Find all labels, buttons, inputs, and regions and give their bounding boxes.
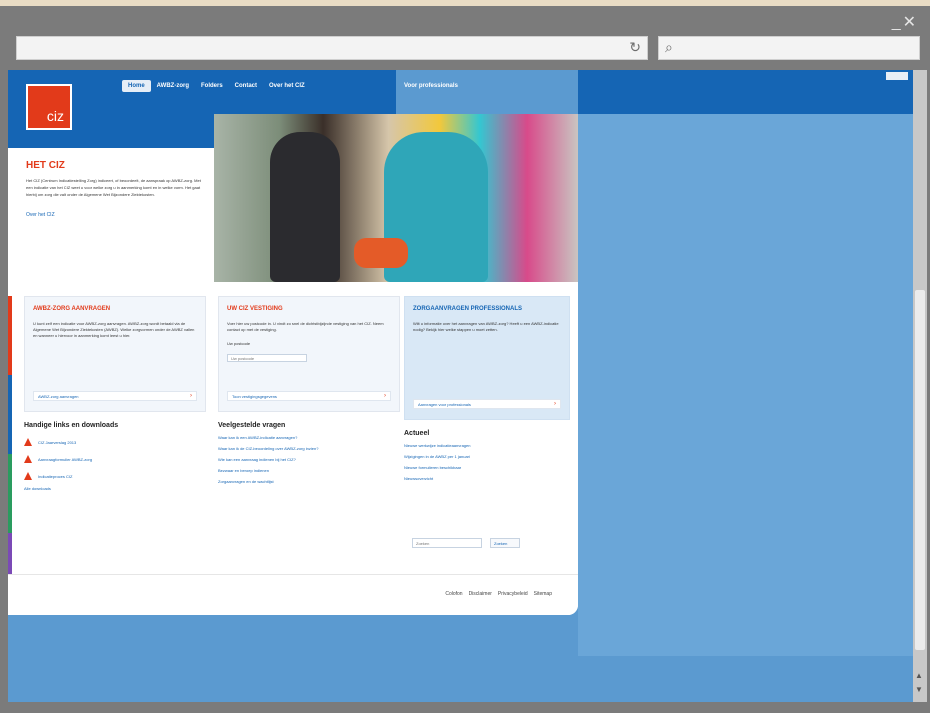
download-item[interactable]: Indicatieproces CIZ [24,472,206,480]
professionals-button[interactable]: Aanvragen voor professionals › [413,399,561,409]
ciz-logo[interactable]: ciz [26,84,72,130]
footer-links: Colofon Disclaimer Privacybeleid Sitemap [445,591,552,597]
scroll-down-icon[interactable]: ▼ [915,685,923,694]
downloads-title: Handige links en downloads [24,422,119,429]
search-icon: ⌕ [665,39,673,55]
footer-link[interactable]: Disclaimer [469,591,492,597]
card-vestiging-title: UW CIZ VESTIGING [227,306,283,312]
window-top-edge [0,0,930,6]
all-downloads-link[interactable]: Alle downloads [24,486,206,491]
site-search-button[interactable]: Zoeken [490,538,520,548]
faq-link[interactable]: Bezwaar en beroep indienen [218,468,400,473]
chevron-right-icon: › [190,393,192,399]
site-search-row: Zoeken [412,538,520,548]
faq-title: Veelgestelde vragen [218,422,286,429]
card-awbz-title: AWBZ-ZORG AANVRAGEN [33,306,111,312]
main-nav: Home AWBZ-zorg Folders Contact Over het … [122,80,311,92]
footer-link[interactable]: Colofon [445,591,462,597]
column-vestiging: UW CIZ VESTIGING Voer hier uw postcode i… [218,296,400,484]
news-section: Actueel Nieuwe werkwijze indicatieaanvra… [404,430,570,481]
browser-search-field[interactable]: ⌕ [658,36,920,60]
hero-person-left [270,132,340,282]
downloads-section: Handige links en downloads CIZ Jaarversl… [24,422,206,491]
pdf-icon [24,455,32,463]
faq-link[interactable]: Waar kan ik de CIZ-beoordeling over AWBZ… [218,446,400,451]
download-label[interactable]: CIZ Jaarverslag 2013 [38,440,76,445]
chevron-right-icon: › [384,393,386,399]
professionals-button-label: Aanvragen voor professionals [418,402,471,407]
nav-home[interactable]: Home [122,80,151,92]
column-awbz: AWBZ-ZORG AANVRAGEN U kunt zelf een indi… [24,296,206,491]
download-label[interactable]: Indicatieproces CIZ [38,474,72,479]
scroll-up-icon[interactable]: ▲ [915,671,923,680]
news-more-link[interactable]: Nieuwsoverzicht [404,476,570,481]
awbz-request-button[interactable]: AWBZ-zorg aanvragen › [33,391,197,401]
address-bar[interactable]: ↻ [16,36,648,60]
news-link[interactable]: Wijzigingen in de AWBZ per 1 januari [404,454,570,459]
download-label[interactable]: Aanvraagformulier AWBZ-zorg [38,457,92,462]
card-professionals-text: Wilt u informatie over het aanvragen van… [413,321,559,332]
news-link[interactable]: Nieuwe formulieren beschikbaar [404,465,570,470]
card-awbz: AWBZ-ZORG AANVRAGEN U kunt zelf een indi… [24,296,206,412]
nav-folders[interactable]: Folders [195,80,229,92]
browser-window: _✕ ↻ ⌕ ciz Home AWBZ-zorg Folders Contac… [0,0,930,713]
faq-link[interactable]: Waar kan ik een AWBZ-indicatie aanvragen… [218,435,400,440]
download-item[interactable]: CIZ Jaarverslag 2013 [24,438,206,446]
site-container: ciz Home AWBZ-zorg Folders Contact Over … [8,70,578,615]
intro-text: Het CIZ (Centrum Indicatiestelling Zorg)… [26,178,201,197]
footer-link[interactable]: Privacybeleid [498,591,528,597]
site-footer: Colofon Disclaimer Privacybeleid Sitemap [8,574,578,615]
postcode-input[interactable] [227,354,307,362]
window-controls[interactable]: _✕ [892,12,918,32]
faq-link[interactable]: Zorgaanvragen en de wachtlijst [218,479,400,484]
postcode-label: Uw postcode [227,341,251,346]
intro-more-link[interactable]: Over het CIZ [26,212,206,218]
faq-section: Veelgestelde vragen Waar kan ik een AWBZ… [218,422,400,484]
awbz-request-button-label: AWBZ-zorg aanvragen [38,394,79,399]
nav-professionals[interactable]: Voor professionals [396,70,578,114]
site-search-input[interactable] [412,538,482,548]
intro-block: HET CIZ Het CIZ (Centrum Indicatiestelli… [26,160,206,218]
pdf-icon [24,472,32,480]
intro-title: HET CIZ [26,160,65,171]
chevron-right-icon: › [554,401,556,407]
footer-link[interactable]: Sitemap [534,591,552,597]
card-awbz-text: U kunt zelf een indicatie voor AWBZ-zorg… [33,321,195,338]
hero-photo [214,114,578,282]
webpage-viewport: ciz Home AWBZ-zorg Folders Contact Over … [8,70,913,702]
card-vestiging: UW CIZ VESTIGING Voer hier uw postcode i… [218,296,400,412]
nav-over-het-ciz[interactable]: Over het CIZ [263,80,311,92]
nav-awbz-zorg[interactable]: AWBZ-zorg [151,80,195,92]
vestiging-button[interactable]: Toon vestigingsgegevens › [227,391,391,401]
vertical-scrollbar[interactable]: ▲ ▼ [913,70,927,702]
side-colorbar [8,296,12,612]
background-pane [578,114,913,656]
nav-contact[interactable]: Contact [229,80,263,92]
news-link[interactable]: Nieuwe werkwijze indicatieaanvragen [404,443,570,448]
refresh-icon[interactable]: ↻ [629,39,641,56]
download-item[interactable]: Aanvraagformulier AWBZ-zorg [24,455,206,463]
scrollbar-thumb[interactable] [915,290,925,650]
pdf-icon [24,438,32,446]
vestiging-button-label: Toon vestigingsgegevens [232,394,277,399]
faq-link[interactable]: Wie kan een aanvraag indienen bij het CI… [218,457,400,462]
page-corner-button[interactable] [886,72,908,80]
card-professionals: ZORGAANVRAGEN PROFESSIONALS Wilt u infor… [404,296,570,420]
news-title: Actueel [404,430,430,437]
column-professionals: ZORGAANVRAGEN PROFESSIONALS Wilt u infor… [404,296,570,481]
hero-flowers [354,238,408,268]
card-professionals-title: ZORGAANVRAGEN PROFESSIONALS [413,306,523,312]
card-vestiging-text: Voer hier uw postcode in. U vindt zo sne… [227,321,384,332]
